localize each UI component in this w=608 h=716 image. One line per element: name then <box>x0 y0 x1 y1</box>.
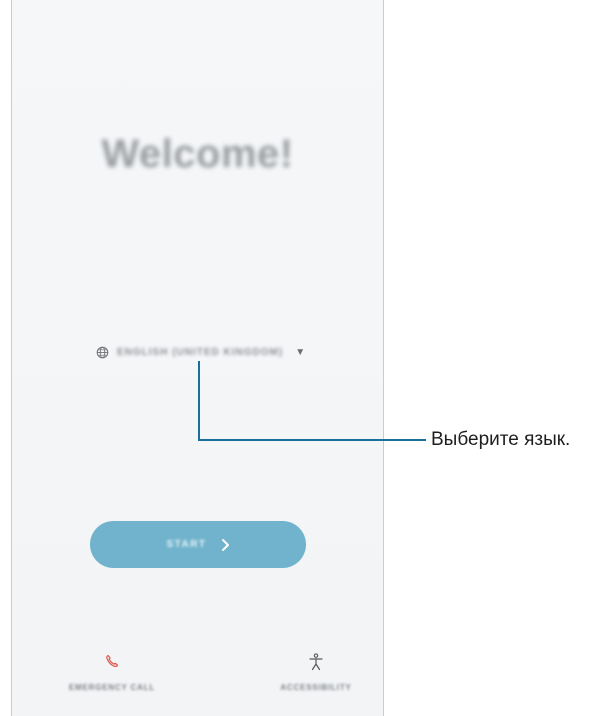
chevron-right-icon <box>221 538 230 552</box>
emergency-call-button[interactable]: EMERGENCY CALL <box>42 653 182 692</box>
welcome-title: Welcome! <box>101 132 294 176</box>
phone-screen: Welcome! ENGLISH (UNITED KINGDOM) ▼ STAR… <box>11 0 384 716</box>
accessibility-button[interactable]: ACCESSIBILITY <box>246 653 386 692</box>
callout-text: Выберите язык. <box>431 429 571 450</box>
phone-icon <box>42 653 182 671</box>
start-button-label: START <box>166 539 207 550</box>
language-selector[interactable]: ENGLISH (UNITED KINGDOM) ▼ <box>96 343 305 361</box>
accessibility-icon <box>246 653 386 671</box>
accessibility-label: ACCESSIBILITY <box>280 683 352 692</box>
caret-down-icon: ▼ <box>295 346 306 358</box>
language-selector-value: ENGLISH (UNITED KINGDOM) <box>117 346 284 358</box>
globe-icon <box>96 346 109 359</box>
start-button[interactable]: START <box>90 521 306 568</box>
emergency-call-label: EMERGENCY CALL <box>68 683 156 692</box>
